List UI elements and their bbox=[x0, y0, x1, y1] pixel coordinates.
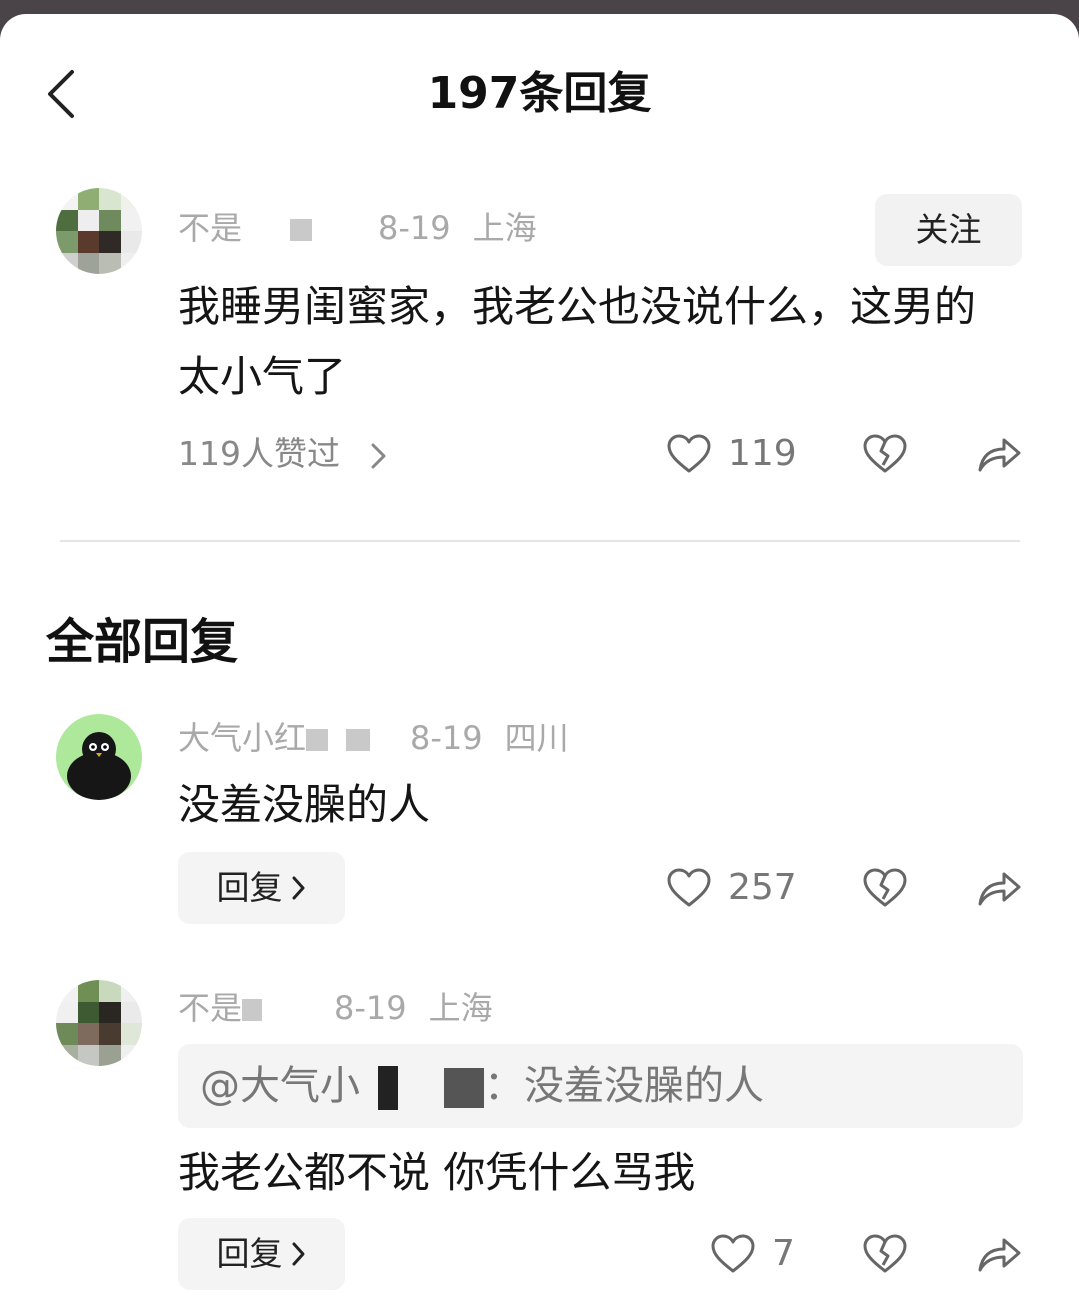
share-button[interactable] bbox=[976, 868, 1022, 908]
comment-location: 上海 bbox=[472, 209, 537, 247]
comment-text: 我睡男闺蜜家，我老公也没说什么，这男的太小气了 bbox=[178, 282, 977, 401]
reply-button[interactable]: 回复 bbox=[178, 852, 345, 924]
reply-text: 没羞没臊的人 bbox=[178, 780, 431, 829]
chevron-right-icon bbox=[292, 1242, 304, 1266]
like-button[interactable]: 257 bbox=[666, 868, 797, 908]
likers-label: 119人赞过 bbox=[178, 434, 340, 473]
reply-meta: 大气小红 8-19 四川 bbox=[178, 718, 569, 758]
reply-date: 8-19 bbox=[410, 719, 483, 757]
share-arrow-icon bbox=[978, 872, 1021, 906]
share-arrow-icon bbox=[978, 438, 1021, 472]
username[interactable]: 不是 bbox=[178, 208, 242, 248]
quote-text: ：没羞没臊的人 bbox=[484, 1063, 764, 1109]
section-title: 全部回复 bbox=[46, 614, 239, 670]
redacted-block bbox=[378, 1066, 398, 1110]
avatar[interactable] bbox=[56, 714, 142, 800]
redacted-block bbox=[242, 999, 263, 1021]
broken-heart-icon bbox=[863, 1234, 907, 1273]
chevron-right-icon bbox=[292, 876, 304, 900]
reply-location: 上海 bbox=[428, 989, 493, 1027]
reply-location: 四川 bbox=[504, 719, 569, 757]
heart-outline-icon bbox=[667, 868, 711, 907]
likers-link[interactable]: 119人赞过 bbox=[178, 434, 389, 474]
comment-sheet: 197条回复 不是 8-19 上海 关注 我睡男闺蜜家，我老公也没说什么，这男的太小… bbox=[0, 14, 1079, 1304]
reply-meta: 不是 8-19 上海 bbox=[178, 988, 493, 1028]
username[interactable]: 大气小红 bbox=[178, 718, 306, 758]
reply-label: 回复 bbox=[216, 868, 283, 907]
broken-heart-icon bbox=[863, 868, 907, 907]
share-button[interactable] bbox=[976, 1234, 1022, 1274]
reply-button[interactable]: 回复 bbox=[178, 1218, 345, 1290]
chevron-right-icon bbox=[371, 443, 385, 468]
dislike-button[interactable] bbox=[862, 1234, 908, 1274]
quoted-comment: @大气小 ：没羞没臊的人 bbox=[178, 1044, 1023, 1128]
reply-date: 8-19 bbox=[334, 989, 407, 1027]
avatar[interactable] bbox=[56, 188, 142, 274]
bird-avatar-icon bbox=[67, 732, 131, 800]
comment-date: 8-19 bbox=[378, 209, 451, 247]
redacted-block bbox=[346, 729, 371, 751]
follow-button[interactable]: 关注 bbox=[875, 194, 1022, 266]
dislike-button[interactable] bbox=[862, 868, 908, 908]
reply-label: 回复 bbox=[216, 1234, 283, 1273]
share-button[interactable] bbox=[976, 434, 1022, 474]
divider bbox=[60, 540, 1020, 542]
page-title: 197条回复 bbox=[427, 68, 652, 119]
redacted-block bbox=[290, 219, 313, 241]
share-arrow-icon bbox=[978, 1238, 1021, 1272]
avatar-image bbox=[56, 188, 142, 274]
like-button[interactable]: 119 bbox=[666, 434, 797, 474]
avatar[interactable] bbox=[56, 980, 142, 1066]
comment-meta: 不是 8-19 上海 bbox=[178, 208, 537, 248]
like-count: 257 bbox=[728, 867, 797, 908]
avatar-image bbox=[56, 980, 142, 1066]
like-count: 7 bbox=[772, 1233, 795, 1274]
quote-user[interactable]: @大气小 bbox=[200, 1063, 360, 1109]
heart-outline-icon bbox=[667, 434, 711, 473]
redacted-block bbox=[306, 729, 329, 751]
broken-heart-icon bbox=[863, 434, 907, 473]
heart-outline-icon bbox=[711, 1234, 755, 1273]
like-count: 119 bbox=[728, 433, 797, 474]
dislike-button[interactable] bbox=[862, 434, 908, 474]
reply-text: 我老公都不说 你凭什么骂我 bbox=[178, 1148, 696, 1197]
redacted-block bbox=[444, 1068, 484, 1108]
username[interactable]: 不是 bbox=[178, 988, 242, 1028]
like-button[interactable]: 7 bbox=[710, 1234, 795, 1274]
